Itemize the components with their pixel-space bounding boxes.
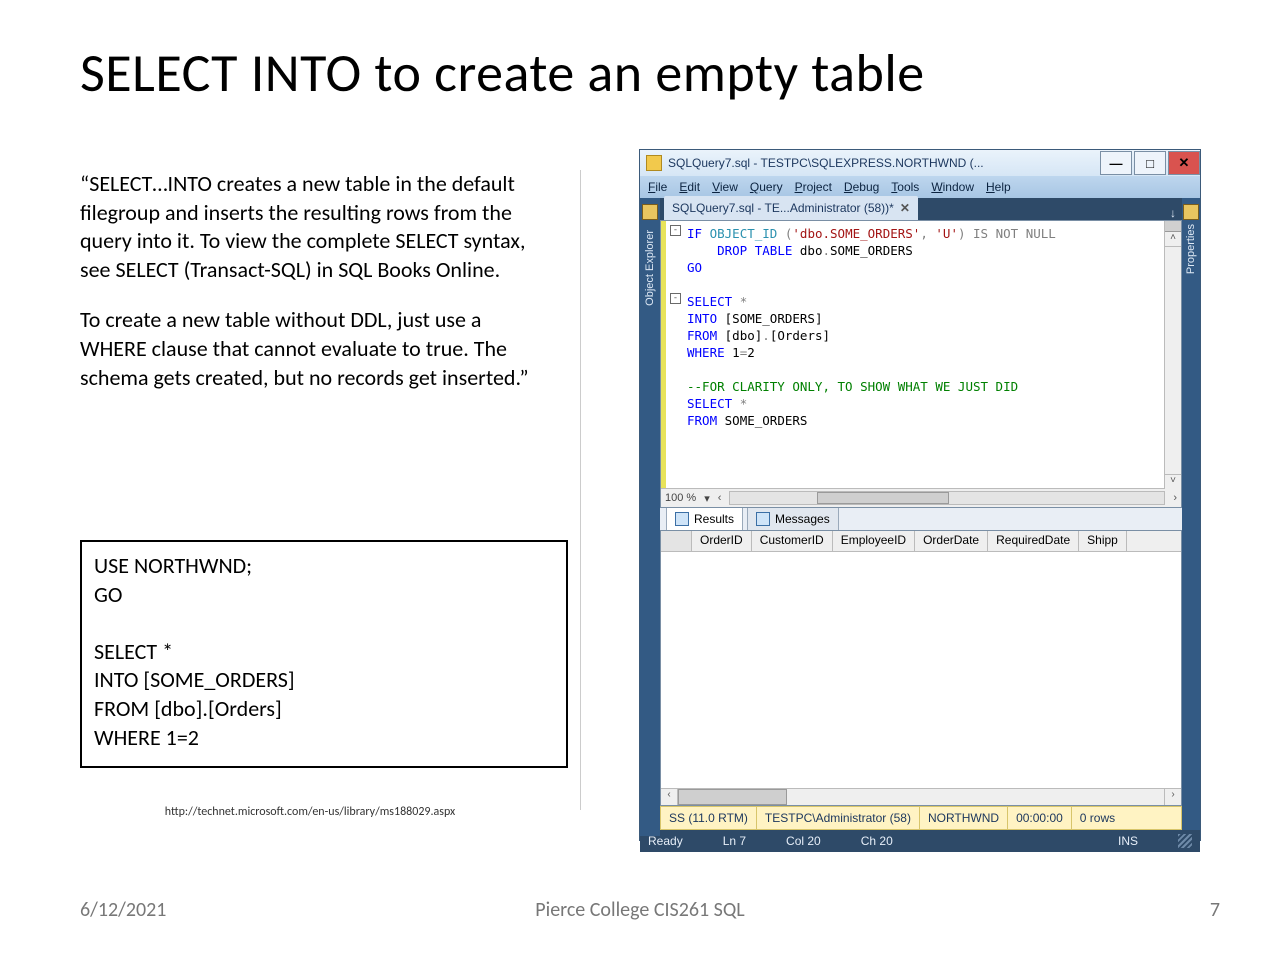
menu-bar[interactable]: File Edit View Query Project Debug Tools…	[640, 176, 1200, 198]
status-time: 00:00:00	[1008, 807, 1072, 829]
status-ch: Ch 20	[861, 834, 893, 848]
messages-tab-label: Messages	[775, 512, 830, 526]
col-customerid[interactable]: CustomerID	[752, 531, 833, 551]
scroll-thumb[interactable]	[678, 789, 787, 805]
menu-help[interactable]: Help	[986, 180, 1011, 194]
left-rail[interactable]: Object Explorer	[640, 198, 660, 836]
paragraph-1: “SELECT…INTO creates a new table in the …	[80, 170, 550, 284]
vertical-separator	[580, 170, 581, 810]
tab-overflow-icon[interactable]: ↓	[1170, 206, 1182, 220]
document-tab-bar: SQLQuery7.sql - TE...Administrator (58))…	[660, 198, 1182, 220]
menu-window[interactable]: Window	[931, 180, 974, 194]
status-ready: Ready	[648, 834, 683, 848]
object-explorer-label[interactable]: Object Explorer	[644, 230, 656, 306]
status-ins: INS	[1118, 834, 1138, 848]
menu-project[interactable]: Project	[795, 180, 832, 194]
body-text: “SELECT…INTO creates a new table in the …	[80, 170, 550, 414]
menu-edit[interactable]: Edit	[679, 180, 700, 194]
results-grid[interactable]: OrderID CustomerID EmployeeID OrderDate …	[660, 531, 1182, 806]
scroll-right-icon[interactable]: ›	[1164, 789, 1181, 805]
col-requireddate[interactable]: RequiredDate	[988, 531, 1079, 551]
ssms-window: SQLQuery7.sql - TESTPC\SQLEXPRESS.NORTHW…	[640, 150, 1200, 840]
results-tab[interactable]: Results	[666, 506, 743, 530]
messages-icon	[756, 512, 770, 526]
minimize-button[interactable]: —	[1100, 151, 1132, 175]
zoom-dropdown-icon[interactable]: ▾	[700, 492, 714, 505]
grid-corner	[661, 531, 692, 551]
status-user: TESTPC\Administrator (58)	[757, 807, 920, 829]
citation-url: http://technet.microsoft.com/en-us/libra…	[80, 805, 540, 819]
editor-horizontal-scrollbar[interactable]: 100 % ▾ ‹ ›	[661, 488, 1181, 507]
footer-page-number: 7	[1210, 898, 1220, 922]
app-icon	[646, 155, 662, 171]
menu-query[interactable]: Query	[750, 180, 783, 194]
fold-icon[interactable]: -	[670, 225, 681, 236]
window-titlebar[interactable]: SQLQuery7.sql - TESTPC\SQLEXPRESS.NORTHW…	[640, 150, 1200, 176]
status-server: SS (11.0 RTM)	[661, 807, 757, 829]
footer-center: Pierce College CIS261 SQL	[0, 898, 1280, 922]
grid-horizontal-scrollbar[interactable]: ‹ ›	[661, 788, 1181, 805]
status-col: Col 20	[786, 834, 821, 848]
col-shipped[interactable]: Shipp	[1079, 531, 1127, 551]
col-orderdate[interactable]: OrderDate	[915, 531, 988, 551]
sql-editor[interactable]: ˄ ˅ --IF OBJECT_ID ('dbo.SOME_ORDERS', '…	[660, 220, 1182, 508]
scroll-right-icon[interactable]: ›	[1169, 492, 1181, 504]
menu-tools[interactable]: Tools	[891, 180, 919, 194]
properties-label[interactable]: Properties	[1185, 224, 1197, 274]
editor-text-area[interactable]: --IF OBJECT_ID ('dbo.SOME_ORDERS', 'U') …	[661, 221, 1181, 488]
grid-icon	[675, 512, 689, 526]
scroll-left-icon[interactable]: ‹	[661, 789, 678, 805]
menu-debug[interactable]: Debug	[844, 180, 879, 194]
menu-view[interactable]: View	[712, 180, 738, 194]
connection-status-bar: SS (11.0 RTM) TESTPC\Administrator (58) …	[660, 806, 1182, 830]
status-line: Ln 7	[723, 834, 746, 848]
modification-bar	[661, 221, 666, 488]
scroll-track[interactable]	[678, 789, 1164, 805]
right-rail[interactable]: Properties	[1182, 198, 1200, 830]
status-rows: 0 rows	[1072, 807, 1123, 829]
scroll-track[interactable]	[729, 491, 1165, 505]
grid-body-empty	[661, 552, 1181, 788]
results-tab-strip: Results Messages	[660, 508, 1182, 531]
code-example-box: USE NORTHWND; GO SELECT * INTO [SOME_ORD…	[80, 540, 568, 768]
status-bar: Ready Ln 7 Col 20 Ch 20 INS	[640, 830, 1200, 852]
document-tab[interactable]: SQLQuery7.sql - TE...Administrator (58))…	[664, 196, 918, 220]
grid-header: OrderID CustomerID EmployeeID OrderDate …	[661, 531, 1181, 552]
object-explorer-icon[interactable]	[642, 204, 658, 220]
col-employeeid[interactable]: EmployeeID	[833, 531, 915, 551]
paragraph-2: To create a new table without DDL, just …	[80, 306, 550, 392]
messages-tab[interactable]: Messages	[747, 506, 839, 530]
scroll-left-icon[interactable]: ‹	[714, 492, 726, 504]
resize-grip-icon[interactable]	[1178, 834, 1192, 848]
document-tab-close-icon[interactable]: ✕	[900, 201, 910, 215]
status-db: NORTHWND	[920, 807, 1008, 829]
close-button[interactable]: ✕	[1168, 151, 1200, 175]
maximize-button[interactable]: □	[1134, 151, 1166, 175]
fold-icon[interactable]: -	[670, 293, 681, 304]
results-tab-label: Results	[694, 512, 734, 526]
properties-icon[interactable]	[1183, 204, 1199, 220]
slide-title: SELECT INTO to create an empty table	[80, 40, 925, 106]
menu-file[interactable]: File	[648, 180, 667, 194]
document-tab-label: SQLQuery7.sql - TE...Administrator (58))…	[672, 201, 894, 215]
col-orderid[interactable]: OrderID	[692, 531, 752, 551]
window-title: SQLQuery7.sql - TESTPC\SQLEXPRESS.NORTHW…	[668, 156, 1098, 170]
zoom-level[interactable]: 100 %	[661, 492, 700, 504]
scroll-thumb[interactable]	[817, 492, 949, 504]
